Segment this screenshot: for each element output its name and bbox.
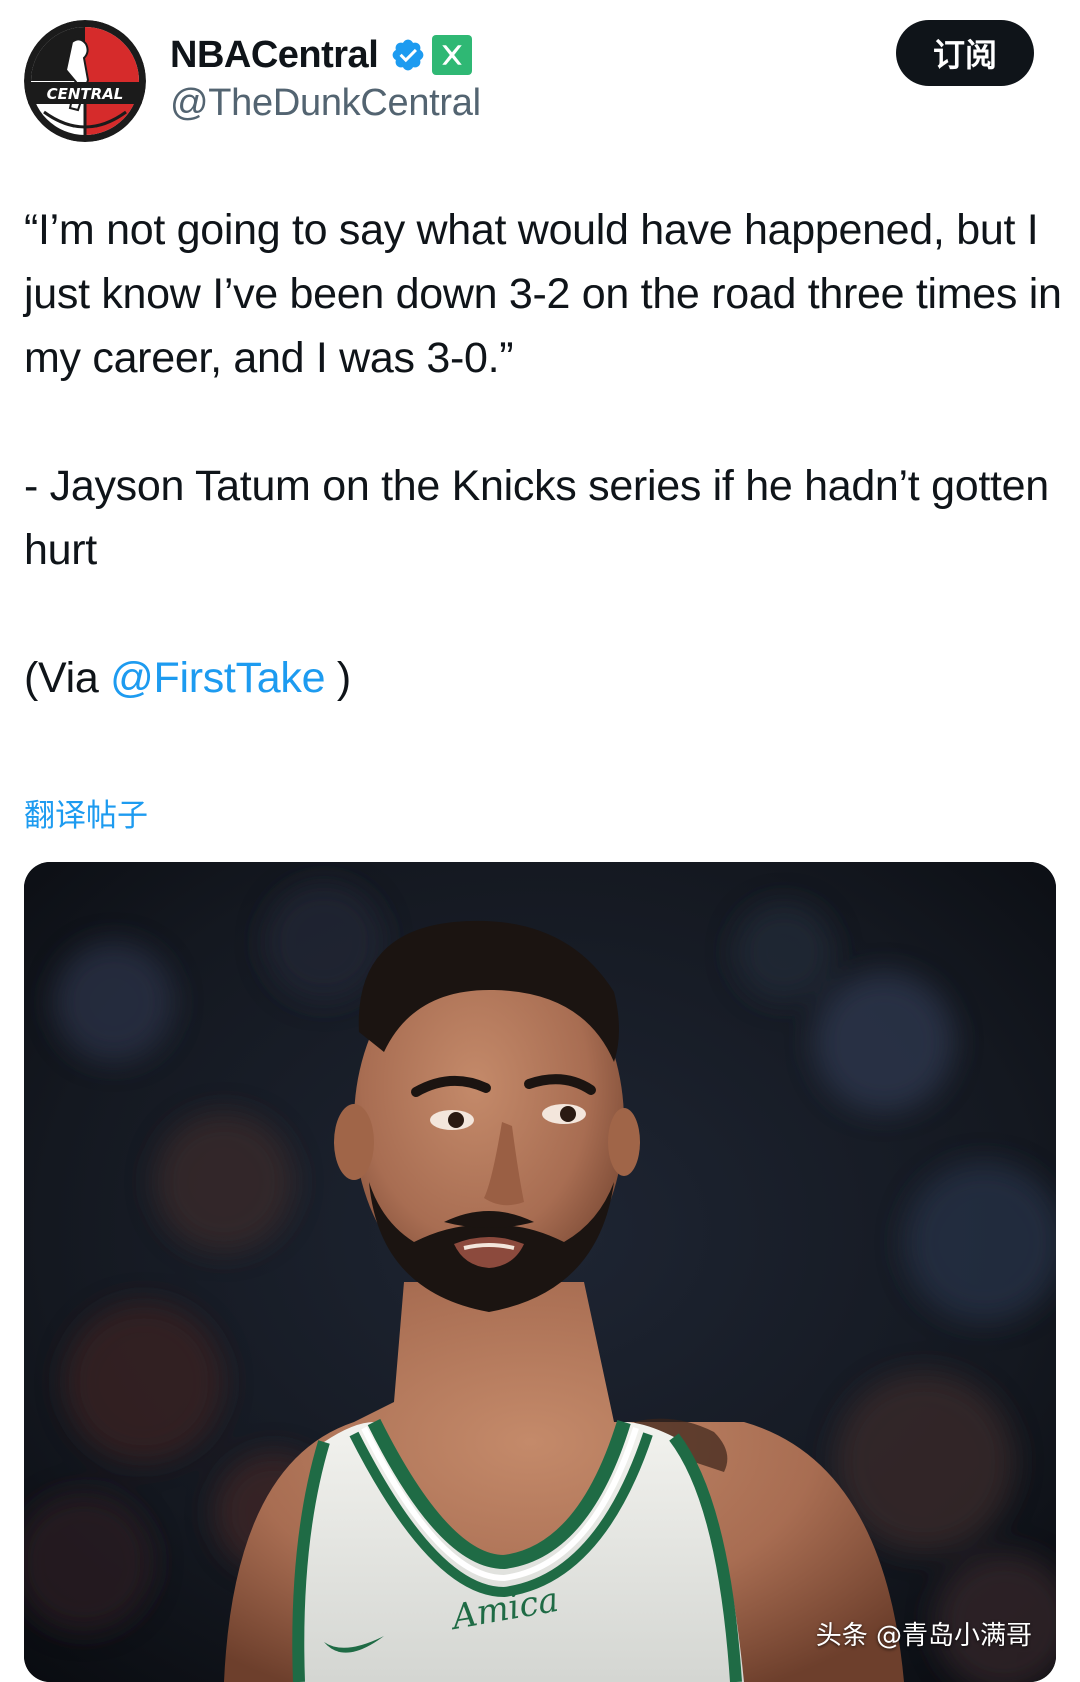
account-handle[interactable]: @TheDunkCentral: [170, 82, 481, 125]
tweet-quote: “I’m not going to say what would have ha…: [24, 206, 1062, 382]
verified-check-icon: [392, 39, 424, 71]
avatar-wordmark: CENTRAL: [47, 85, 124, 103]
mention-link[interactable]: @FirstTake: [110, 654, 325, 702]
tweet-header: CENTRAL NBACentral @TheDunkCentral 订阅: [0, 0, 1080, 160]
tweet-via: (Via @FirstTake ): [24, 646, 1064, 710]
subscribe-button[interactable]: 订阅: [896, 20, 1034, 86]
player-photo: Amica: [24, 862, 1056, 1682]
via-prefix: (Via: [24, 654, 111, 702]
display-name[interactable]: NBACentral: [170, 34, 379, 77]
tweet-attribution: - Jayson Tatum on the Knicks series if h…: [24, 462, 1049, 574]
watermark: 头条 @青岛小满哥: [815, 1621, 1032, 1651]
name-row: NBACentral: [170, 30, 473, 80]
via-suffix: ): [325, 654, 351, 702]
avatar[interactable]: CENTRAL: [24, 20, 146, 142]
nba-central-logo-icon: CENTRAL: [24, 20, 146, 142]
tweet-text: “I’m not going to say what would have ha…: [24, 198, 1064, 710]
translate-post-link[interactable]: 翻译帖子: [24, 790, 148, 835]
x-logo-icon: [432, 35, 473, 75]
tweet-media[interactable]: Amica 头条 @青岛小满哥: [24, 862, 1056, 1682]
